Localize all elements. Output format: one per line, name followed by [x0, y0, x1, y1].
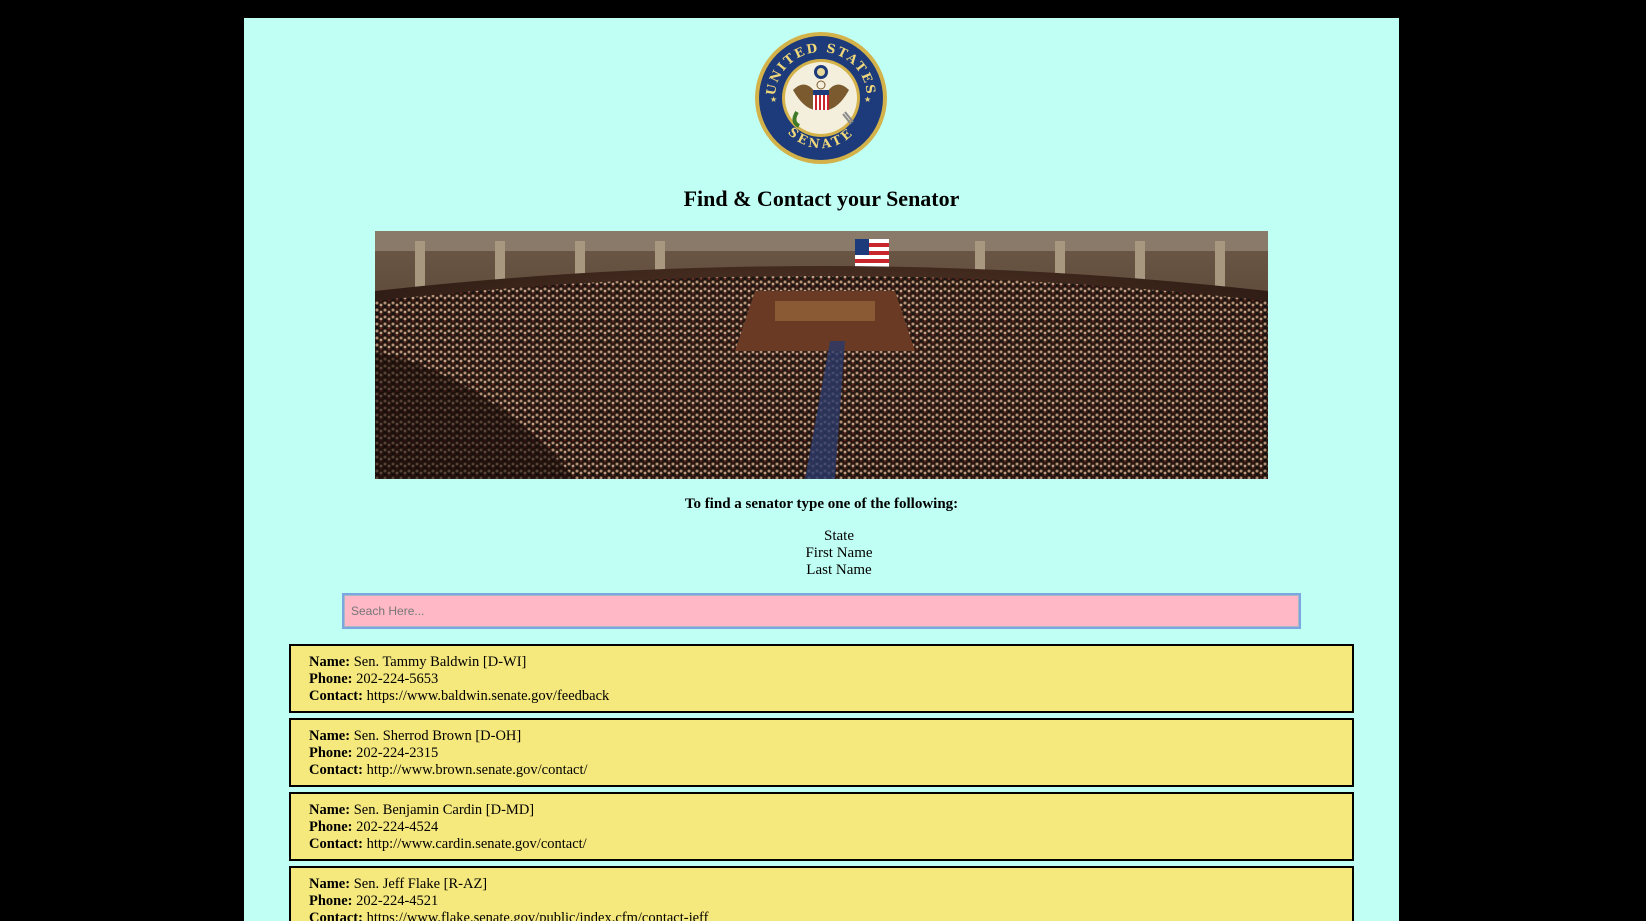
senate-chamber-photo-icon: [375, 231, 1268, 479]
contact-label: Contact:: [309, 836, 363, 852]
senator-contact-link[interactable]: http://www.cardin.senate.gov/contact/: [367, 836, 587, 852]
senator-phone: 202-224-5653: [356, 671, 439, 687]
senate-seal-logo: UNITED STATES SENATE ★ ★: [755, 32, 887, 164]
senator-name: Sen. Jeff Flake [R-AZ]: [353, 876, 488, 892]
search-input[interactable]: [344, 595, 1299, 627]
phone-label: Phone:: [309, 671, 353, 687]
senator-list: Name: Sen. Tammy Baldwin [D-WI] Phone: 2…: [289, 644, 1354, 921]
senator-phone: 202-224-4524: [356, 819, 439, 835]
senator-card: Name: Sen. Sherrod Brown [D-OH] Phone: 2…: [289, 718, 1354, 787]
option-last-name: Last Name: [806, 562, 872, 578]
option-first-name: First Name: [805, 545, 873, 561]
contact-label: Contact:: [309, 762, 363, 778]
page-title: Find & Contact your Senator: [683, 186, 960, 211]
option-state: State: [824, 528, 854, 544]
search-instructions: To find a senator type one of the follow…: [684, 496, 959, 512]
phone-label: Phone:: [309, 893, 353, 909]
senator-contact-link[interactable]: https://www.baldwin.senate.gov/feedback: [367, 688, 610, 704]
name-label: Name:: [309, 876, 351, 892]
name-label: Name:: [309, 728, 351, 744]
senate-chamber-image: [375, 231, 1268, 479]
svg-text:★: ★: [770, 95, 777, 104]
senator-name: Sen. Sherrod Brown [D-OH]: [353, 728, 522, 744]
senator-contact-link[interactable]: http://www.brown.senate.gov/contact/: [367, 762, 588, 778]
senator-phone: 202-224-2315: [356, 745, 439, 761]
senator-card: Name: Sen. Jeff Flake [R-AZ] Phone: 202-…: [289, 866, 1354, 921]
senator-card: Name: Sen. Benjamin Cardin [D-MD] Phone:…: [289, 792, 1354, 861]
senator-card: Name: Sen. Tammy Baldwin [D-WI] Phone: 2…: [289, 644, 1354, 713]
search-options-list: State First Name Last Name: [784, 528, 894, 579]
senator-phone: 202-224-4521: [356, 893, 439, 909]
name-label: Name:: [309, 654, 351, 670]
senator-contact-link[interactable]: https://www.flake.senate.gov/public/inde…: [367, 910, 709, 921]
phone-label: Phone:: [309, 819, 353, 835]
name-label: Name:: [309, 802, 351, 818]
contact-label: Contact:: [309, 910, 363, 921]
senator-name: Sen. Benjamin Cardin [D-MD]: [353, 802, 535, 818]
page-container: UNITED STATES SENATE ★ ★ Find & Contact …: [244, 18, 1399, 921]
svg-text:★: ★: [864, 95, 871, 104]
senator-name: Sen. Tammy Baldwin [D-WI]: [353, 654, 527, 670]
search-box: [342, 593, 1301, 629]
phone-label: Phone:: [309, 745, 353, 761]
contact-label: Contact:: [309, 688, 363, 704]
